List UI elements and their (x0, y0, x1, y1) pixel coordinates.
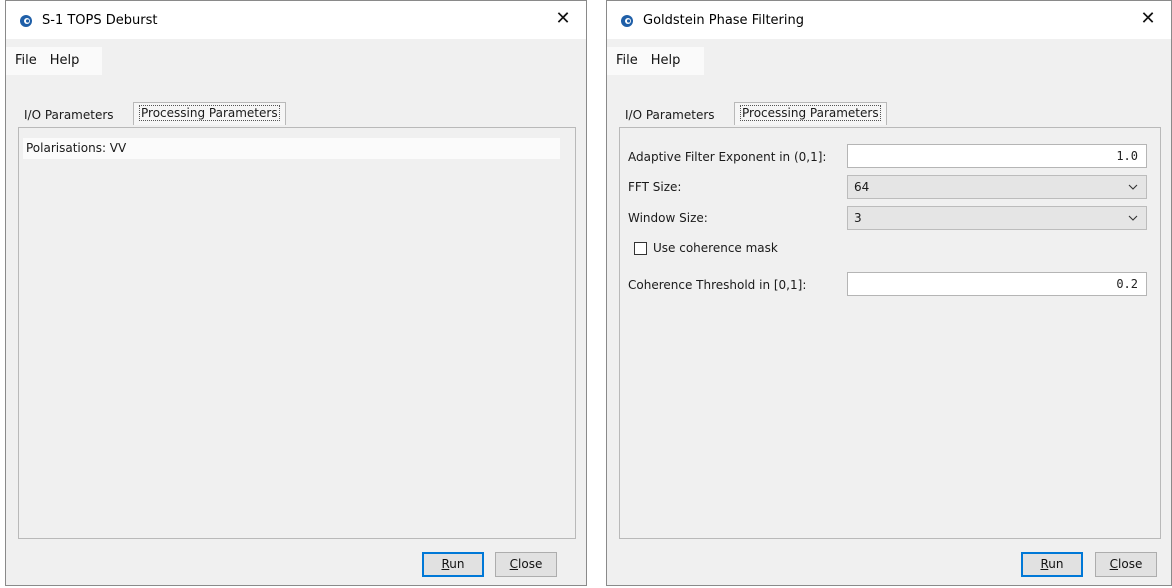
menu-help[interactable]: Help (41, 47, 84, 68)
run-button[interactable]: Run (1021, 552, 1083, 577)
fft-size-label: FFT Size: (628, 180, 682, 194)
processing-parameters-panel: Adaptive Filter Exponent in (0,1]: 1.0 F… (619, 127, 1161, 539)
adaptive-filter-label: Adaptive Filter Exponent in (0,1]: (628, 150, 827, 164)
tab-io-parameters[interactable]: I/O Parameters (18, 104, 120, 127)
window-title: Goldstein Phase Filtering (643, 13, 804, 28)
close-button[interactable]: Close (1095, 552, 1157, 577)
coherence-mask-label: Use coherence mask (653, 241, 778, 255)
tab-processing-parameters[interactable]: Processing Parameters (133, 102, 286, 125)
deburst-dialog: S-1 TOPS Deburst ✕ File Help I/O Paramete… (5, 0, 587, 586)
tab-io-parameters[interactable]: I/O Parameters (619, 104, 721, 127)
menu-file[interactable]: File (607, 47, 642, 68)
coherence-threshold-input[interactable]: 0.2 (847, 272, 1147, 296)
window-size-label: Window Size: (628, 211, 708, 225)
app-icon (621, 15, 633, 27)
menu-help[interactable]: Help (642, 47, 685, 68)
coherence-mask-checkbox[interactable] (634, 242, 647, 255)
menu-file[interactable]: File (6, 47, 41, 68)
processing-parameters-panel: Polarisations: VV (18, 127, 576, 539)
close-icon[interactable]: ✕ (552, 8, 574, 30)
goldstein-dialog: Goldstein Phase Filtering ✕ File Help I/O… (606, 0, 1172, 586)
window-title: S-1 TOPS Deburst (42, 13, 158, 28)
close-icon[interactable]: ✕ (1137, 8, 1159, 30)
title-bar: S-1 TOPS Deburst ✕ (6, 1, 586, 39)
run-button[interactable]: Run (422, 552, 484, 577)
fft-size-value: 64 (854, 180, 870, 194)
menu-bar: File Help (6, 47, 102, 75)
fft-size-select[interactable]: 64 (847, 175, 1147, 199)
adaptive-filter-input[interactable]: 1.0 (847, 144, 1147, 168)
polarisations-label: Polarisations: VV (26, 141, 127, 155)
close-button[interactable]: Close (495, 552, 557, 577)
coherence-threshold-label: Coherence Threshold in [0,1]: (628, 278, 807, 292)
menu-bar: File Help (607, 47, 704, 75)
window-size-select[interactable]: 3 (847, 206, 1147, 230)
chevron-down-icon (1128, 184, 1138, 190)
tab-processing-parameters[interactable]: Processing Parameters (734, 102, 887, 125)
title-bar: Goldstein Phase Filtering ✕ (607, 1, 1171, 39)
chevron-down-icon (1128, 215, 1138, 221)
polarisations-row: Polarisations: VV (23, 138, 560, 159)
window-size-value: 3 (854, 211, 862, 225)
app-icon (20, 15, 32, 27)
